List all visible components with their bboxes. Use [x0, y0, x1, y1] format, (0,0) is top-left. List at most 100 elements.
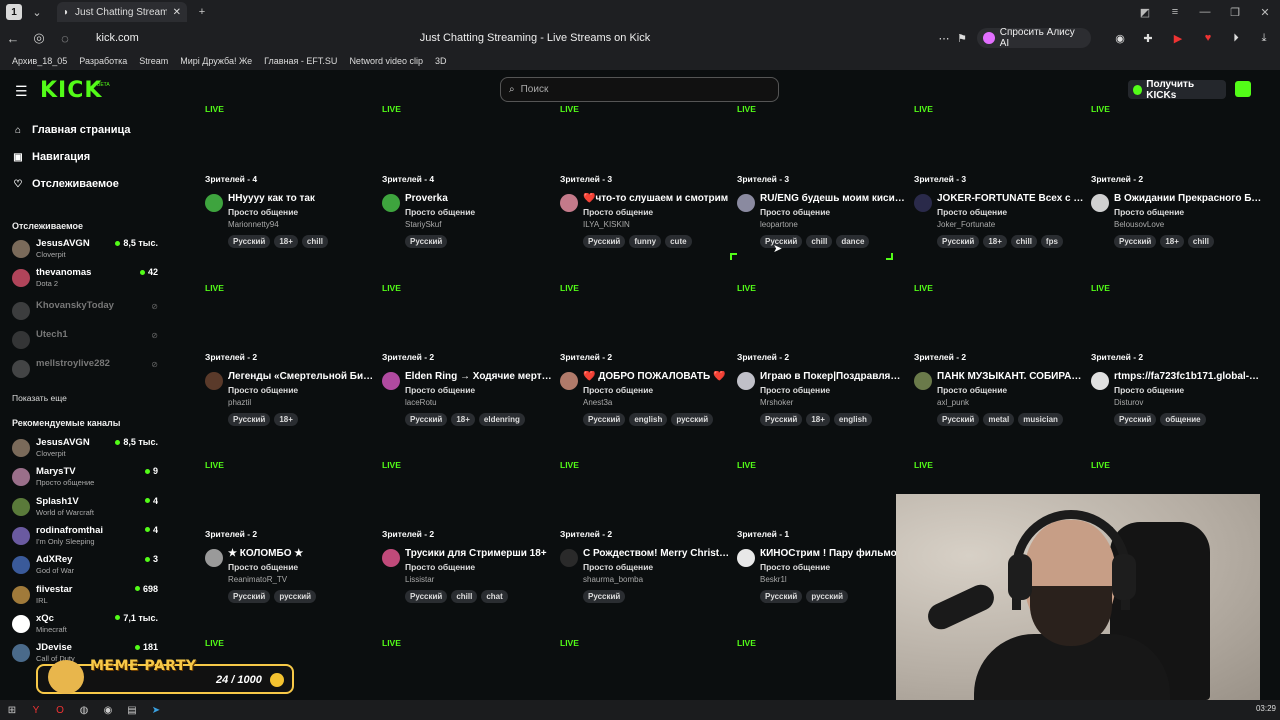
stream-card[interactable]: Зрителей - 2 ПАНК МУЗЫКАНТ. СОБИРАЮ НА ГИ… — [914, 352, 1085, 436]
tag-chip[interactable]: Русский — [1114, 235, 1157, 248]
tag-chip[interactable]: 18+ — [806, 413, 830, 426]
bookmark-item[interactable]: Netword video clip — [349, 56, 423, 66]
followed-channel[interactable]: Utech1 ⊘ — [12, 329, 162, 353]
stream-category[interactable]: Просто общение — [760, 207, 830, 217]
stream-category[interactable]: Просто общение — [405, 207, 475, 217]
tag-chip[interactable]: Русский — [228, 235, 271, 248]
stream-category[interactable]: Просто общение — [1114, 385, 1184, 395]
bookmark-item[interactable]: Разработка — [79, 56, 127, 66]
stream-title[interactable]: RU/ENG будешь моим кисиком? — [760, 193, 908, 204]
stream-card[interactable]: Зрителей - 3 ❤️что-то слушаем и смотрим Пр… — [560, 174, 730, 258]
user-avatar[interactable] — [1235, 81, 1251, 97]
stream-title[interactable]: В Ожидании Прекрасного Будущего — [1114, 193, 1262, 204]
stream-category[interactable]: Просто общение — [937, 207, 1007, 217]
stream-card[interactable]: Зрителей - 2 Легенды «Смертельной Битвы» П… — [205, 352, 376, 436]
streamer-username[interactable]: Anest3a — [583, 398, 612, 407]
tag-chip[interactable]: 18+ — [983, 235, 1007, 248]
stream-card[interactable]: Зрителей - 2 Elden Ring → Ходячие мертвец… — [382, 352, 553, 436]
stream-title[interactable]: ННуууу как то так — [228, 193, 376, 204]
tag-chip[interactable]: chill — [301, 235, 328, 248]
streamer-avatar[interactable] — [205, 549, 223, 567]
url-field[interactable]: kick.com — [96, 32, 139, 44]
nav-browse[interactable]: ▣ Навигация — [12, 151, 90, 163]
tag-chip[interactable]: 18+ — [451, 413, 475, 426]
stream-title[interactable]: Легенды «Смертельной Битвы» — [228, 371, 376, 382]
recommended-channel[interactable]: AdXRey God of War 3 — [12, 554, 162, 578]
streamer-username[interactable]: ReanimatoR_TV — [228, 575, 287, 584]
kick-logo[interactable]: KICK — [40, 78, 102, 103]
tag-chip[interactable]: Русский — [228, 413, 271, 426]
stream-title[interactable]: КИНОСтрим ! Пару фильмов на вечер — [760, 548, 908, 559]
stream-card[interactable]: Зрителей - 4 ННуууу как то так Просто обще… — [205, 174, 375, 258]
media-icon[interactable]: ⏵ — [1226, 28, 1246, 48]
get-kicks-button[interactable]: Получить KICKs — [1128, 79, 1226, 101]
streamer-username[interactable]: Disturov — [1114, 398, 1143, 407]
stream-category[interactable]: Просто общение — [228, 385, 298, 395]
stream-card[interactable]: Зрителей - 2 rtmps://fa723fc1b171.global-… — [1091, 352, 1262, 436]
stream-title[interactable]: ★ КОЛОМБО ★ — [228, 548, 376, 559]
streamer-username[interactable]: shaurma_bomba — [583, 575, 643, 584]
streamer-username[interactable]: Joker_Fortunate — [937, 220, 995, 229]
tag-chip[interactable]: 18+ — [274, 235, 298, 248]
bookmark-icon[interactable]: ⚑ — [952, 28, 972, 48]
chrome-icon[interactable]: ◍ — [72, 705, 96, 716]
bookmark-item[interactable]: Архив_18_05 — [12, 56, 67, 66]
streamer-username[interactable]: ILYA_KISKIN — [583, 220, 630, 229]
stream-card[interactable]: Зрителей - 2 ★ КОЛОМБО ★ Просто общение Rea… — [205, 529, 375, 613]
youtube-icon[interactable]: ▶ — [1168, 28, 1188, 48]
stream-title[interactable]: ❤️что-то слушаем и смотрим — [583, 193, 731, 204]
protect-icon[interactable]: ◎ — [26, 30, 52, 46]
streamer-avatar[interactable] — [914, 372, 932, 390]
streamer-avatar[interactable] — [1091, 194, 1109, 212]
more-icon[interactable]: ⋯ — [934, 28, 954, 48]
alisa-button[interactable]: Спросить Алису AI — [977, 27, 1091, 49]
browser-tab[interactable]: ◗ Just Chatting Streaming ✕ — [57, 2, 187, 22]
stream-card[interactable]: Зрителей - 2 ❤️ ДОБРО ПОЖАЛОВАТЬ ❤️ Просто… — [560, 352, 730, 436]
tag-chip[interactable]: fps — [1040, 235, 1063, 248]
tag-chip[interactable]: Русский — [583, 590, 626, 603]
stream-title[interactable]: ❤️ ДОБРО ПОЖАЛОВАТЬ ❤️ — [583, 371, 731, 382]
back-icon[interactable]: ← — [0, 31, 26, 46]
tag-chip[interactable]: русский — [274, 590, 317, 603]
stream-card[interactable]: Зрителей - 1 КИНОСтрим ! Пару фильмов на … — [737, 529, 908, 613]
restore-icon[interactable]: ❐ — [1220, 6, 1250, 19]
stream-card[interactable]: Зрителей - 2 Играю в Покер|Поздравляю все… — [737, 352, 908, 436]
tag-chip[interactable]: cute — [665, 235, 692, 248]
streamer-username[interactable]: Mrshoker — [760, 398, 793, 407]
streamer-avatar[interactable] — [560, 194, 578, 212]
tag-chip[interactable]: musician — [1018, 413, 1063, 426]
tag-chip[interactable]: Русский — [405, 590, 448, 603]
app-icon[interactable]: ▤ — [120, 705, 144, 716]
streamer-username[interactable]: leopartone — [760, 220, 798, 229]
tag-chip[interactable]: 18+ — [1160, 235, 1184, 248]
streamer-avatar[interactable] — [382, 549, 400, 567]
stream-category[interactable]: Просто общение — [405, 562, 475, 572]
streamer-avatar[interactable] — [914, 194, 932, 212]
stream-card[interactable]: Зрителей - 2 Трусики для Стримерши 18+ Про… — [382, 529, 552, 613]
followed-channel[interactable]: JesusAVGN Cloverpit 8,5 тыс. — [12, 238, 162, 262]
streamer-avatar[interactable] — [560, 549, 578, 567]
tag-chip[interactable]: Русский — [760, 590, 803, 603]
tag-chip[interactable]: chill — [1187, 235, 1214, 248]
tag-chip[interactable]: Русский — [405, 413, 448, 426]
tag-chip[interactable]: dance — [836, 235, 870, 248]
stream-card[interactable]: Зрителей - 3 JOKER-FORTUNATE Всех с празд… — [914, 174, 1085, 258]
streamer-avatar[interactable] — [737, 194, 755, 212]
tag-chip[interactable]: Русский — [937, 235, 980, 248]
puzzle-icon[interactable]: ✚ — [1138, 28, 1158, 48]
streamer-avatar[interactable] — [737, 372, 755, 390]
stream-title[interactable]: Играю в Покер|Поздравляю всех — [760, 371, 908, 382]
pocket-icon[interactable]: ♥ — [1198, 28, 1218, 48]
recommended-channel[interactable]: fiivestar IRL 698 — [12, 584, 162, 608]
stream-title[interactable]: rtmps://fa723fc1b171.global-contribute — [1114, 371, 1262, 382]
stream-category[interactable]: Просто общение — [228, 207, 298, 217]
stream-category[interactable]: Просто общение — [1114, 207, 1184, 217]
stream-card[interactable]: Зрителей - 3 RU/ENG будешь моим кисиком? П… — [737, 174, 908, 258]
stream-category[interactable]: Просто общение — [583, 562, 653, 572]
stream-card[interactable]: Зрителей - 2 В Ожидании Прекрасного Будущ… — [1091, 174, 1262, 258]
tag-chip[interactable]: chill — [806, 235, 833, 248]
streamer-username[interactable]: Lissistar — [405, 575, 434, 584]
tag-chip[interactable]: 18+ — [274, 413, 298, 426]
streamer-avatar[interactable] — [382, 372, 400, 390]
opera-icon[interactable]: O — [48, 705, 72, 716]
